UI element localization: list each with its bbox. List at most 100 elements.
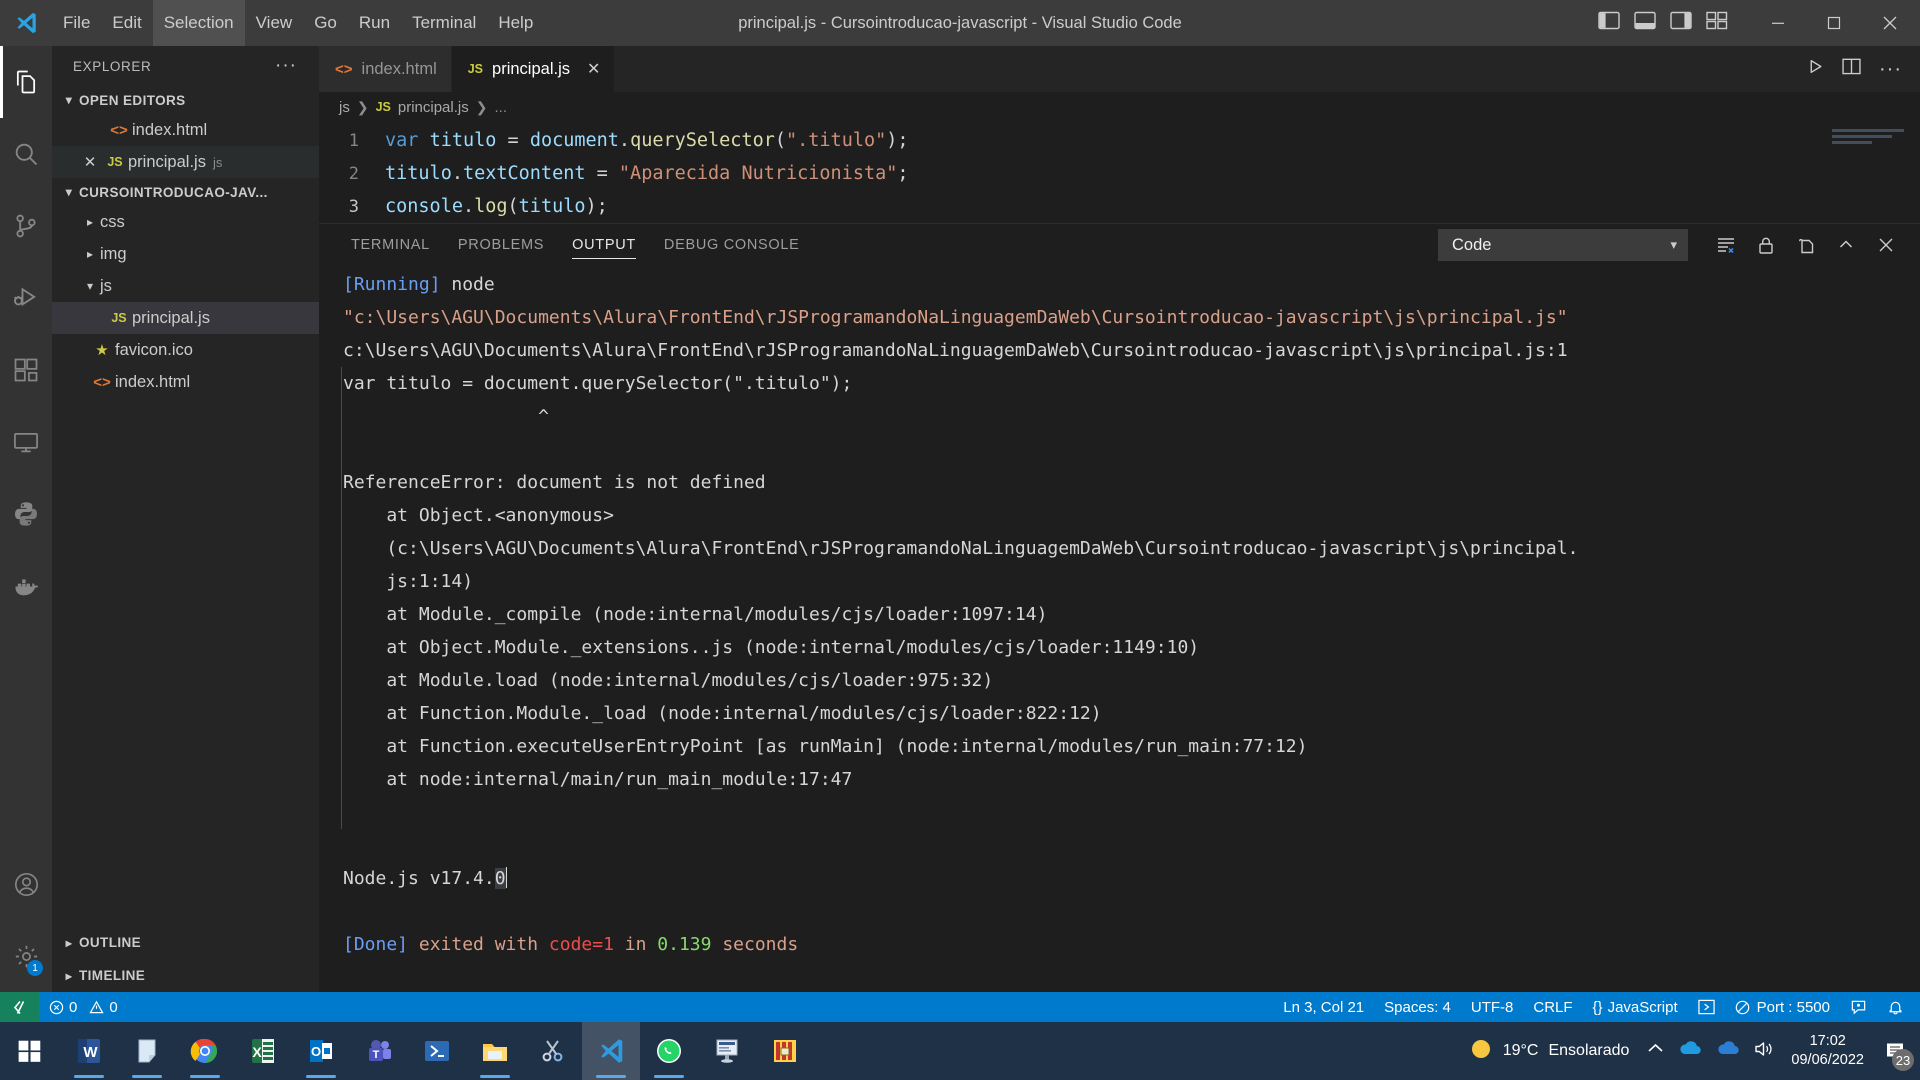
output-view[interactable]: [Running] node "c:\Users\AGU\Documents\Al… [319, 266, 1920, 992]
language-mode[interactable]: {} JavaScript [1583, 992, 1688, 1022]
activity-python[interactable] [0, 478, 52, 550]
cursor-position[interactable]: Ln 3, Col 21 [1273, 992, 1374, 1022]
open-in-editor-icon[interactable] [1786, 227, 1826, 263]
close-panel-icon[interactable] [1866, 227, 1906, 263]
activity-source-control[interactable] [0, 190, 52, 262]
problems-status[interactable]: 0 0 [39, 992, 128, 1022]
taskbar-powershell-icon[interactable] [408, 1022, 466, 1080]
tree-folder-img[interactable]: ▸ img [52, 238, 319, 270]
timeline-section[interactable]: ▸ TIMELINE [52, 959, 319, 992]
activity-docker[interactable] [0, 550, 52, 622]
menu-view[interactable]: View [245, 0, 304, 46]
activity-settings[interactable]: 1 [0, 920, 52, 992]
activity-extensions[interactable] [0, 334, 52, 406]
encoding[interactable]: UTF-8 [1461, 992, 1524, 1022]
menu-go[interactable]: Go [303, 0, 348, 46]
taskbar-file-explorer-icon[interactable] [466, 1022, 524, 1080]
open-editor-index-html[interactable]: <> index.html [52, 114, 319, 146]
menu-terminal[interactable]: Terminal [401, 0, 487, 46]
toggle-panel-icon[interactable] [1634, 11, 1656, 35]
remote-window-indicator[interactable] [0, 992, 39, 1022]
taskbar-snipping-tool-icon[interactable] [524, 1022, 582, 1080]
breadcrumb-file[interactable]: principal.js [398, 99, 469, 116]
taskbar-chrome-icon[interactable] [176, 1022, 234, 1080]
tab-principal-js[interactable]: JS principal.js ✕ [451, 46, 616, 92]
taskbar-sticky-notes-icon[interactable] [118, 1022, 176, 1080]
code-line[interactable]: 2 titulo.textContent = "Aparecida Nutrici… [319, 157, 1920, 190]
tab-close-icon[interactable]: ✕ [587, 59, 600, 79]
panel-tab-debug-console[interactable]: DEBUG CONSOLE [650, 224, 814, 266]
activity-accounts[interactable] [0, 848, 52, 920]
notifications-bell-icon[interactable] [1877, 992, 1914, 1022]
line-ending[interactable]: CRLF [1523, 992, 1582, 1022]
panel-tab-terminal[interactable]: TERMINAL [337, 224, 444, 266]
maximize-panel-icon[interactable] [1826, 227, 1866, 263]
tree-folder-js[interactable]: ▾ js [52, 270, 319, 302]
taskbar-clock[interactable]: 17:02 09/06/2022 [1791, 1032, 1864, 1070]
live-server-port[interactable]: Port : 5500 [1725, 992, 1840, 1022]
tab-index-html[interactable]: <> index.html [319, 46, 452, 92]
breadcrumb[interactable]: js ❯ JS principal.js ❯ ... [319, 92, 1920, 122]
menu-run[interactable]: Run [348, 0, 401, 46]
open-editors-section[interactable]: ▾ OPEN EDITORS [52, 86, 319, 114]
activity-explorer[interactable] [0, 46, 52, 118]
code-line[interactable]: 1 var titulo = document.querySelector(".t… [319, 124, 1920, 157]
menu-selection[interactable]: Selection [152, 0, 245, 46]
taskbar-outlook-icon[interactable]: O [292, 1022, 350, 1080]
onedrive-personal-icon[interactable] [1678, 1040, 1702, 1062]
breadcrumb-folder[interactable]: js [339, 99, 350, 116]
outline-section[interactable]: ▸ OUTLINE [52, 926, 319, 959]
indentation[interactable]: Spaces: 4 [1374, 992, 1461, 1022]
tree-file-index-html[interactable]: <> index.html [52, 366, 319, 398]
clear-output-icon[interactable] [1706, 227, 1746, 263]
lock-scroll-icon[interactable] [1746, 227, 1786, 263]
tree-folder-css[interactable]: ▸ css [52, 206, 319, 238]
taskbar-word-icon[interactable]: W [60, 1022, 118, 1080]
show-hidden-icons-chevron[interactable] [1647, 1042, 1664, 1060]
activity-remote-explorer[interactable] [0, 406, 52, 478]
taskbar-vscode-icon[interactable] [582, 1022, 640, 1080]
menu-edit[interactable]: Edit [101, 0, 152, 46]
run-file-icon[interactable] [1807, 58, 1824, 80]
explorer-more-actions-icon[interactable]: ··· [275, 55, 309, 77]
activity-run-and-debug[interactable] [0, 262, 52, 334]
workspace-section[interactable]: ▾ CURSOINTRODUCAO-JAV... [52, 178, 319, 206]
taskbar-whatsapp-icon[interactable] [640, 1022, 698, 1080]
close-icon[interactable]: ✕ [78, 153, 102, 171]
menu-bar[interactable]: File Edit Selection View Go Run Terminal… [52, 0, 544, 46]
code-line[interactable]: 3 console.log(titulo); [319, 190, 1920, 223]
panel-tab-output[interactable]: OUTPUT [558, 224, 650, 266]
tree-file-favicon-ico[interactable]: ★ favicon.ico [52, 334, 319, 366]
menu-file[interactable]: File [52, 0, 101, 46]
taskbar-excel-icon[interactable]: X [234, 1022, 292, 1080]
close-button[interactable] [1862, 0, 1918, 46]
menu-help[interactable]: Help [487, 0, 544, 46]
feedback-icon[interactable] [1840, 992, 1877, 1022]
line-number: 2 [348, 163, 359, 184]
onedrive-business-icon[interactable] [1716, 1040, 1740, 1062]
open-editors-label: OPEN EDITORS [79, 92, 186, 108]
volume-icon[interactable] [1754, 1040, 1775, 1063]
tree-file-principal-js[interactable]: JS principal.js [52, 302, 319, 334]
minimize-button[interactable] [1750, 0, 1806, 46]
minimap[interactable] [1820, 122, 1920, 223]
split-editor-icon[interactable] [1842, 58, 1861, 80]
toggle-primary-sidebar-icon[interactable] [1598, 11, 1620, 35]
toggle-secondary-sidebar-icon[interactable] [1670, 11, 1692, 35]
taskbar-teams-icon[interactable]: T [350, 1022, 408, 1080]
breadcrumb-symbol[interactable]: ... [494, 99, 507, 116]
taskbar-powerpoint-icon[interactable] [698, 1022, 756, 1080]
go-live-icon[interactable] [1688, 992, 1725, 1022]
maximize-button[interactable] [1806, 0, 1862, 46]
weather-widget[interactable]: 19°C Ensolarado [1469, 1037, 1629, 1066]
notification-center-icon[interactable]: 23 [1878, 1031, 1914, 1071]
panel-tab-problems[interactable]: PROBLEMS [444, 224, 558, 266]
windows-start-icon[interactable] [0, 1022, 60, 1080]
activity-search[interactable] [0, 118, 52, 190]
editor-more-actions-icon[interactable]: ··· [1879, 58, 1902, 81]
output-channel-select[interactable]: Code ▾ [1438, 229, 1688, 261]
code-editor[interactable]: 1 var titulo = document.querySelector(".t… [319, 122, 1920, 223]
customize-layout-icon[interactable] [1706, 11, 1728, 35]
taskbar-winrar-icon[interactable] [756, 1022, 814, 1080]
open-editor-principal-js[interactable]: ✕ JS principal.js js [52, 146, 319, 178]
